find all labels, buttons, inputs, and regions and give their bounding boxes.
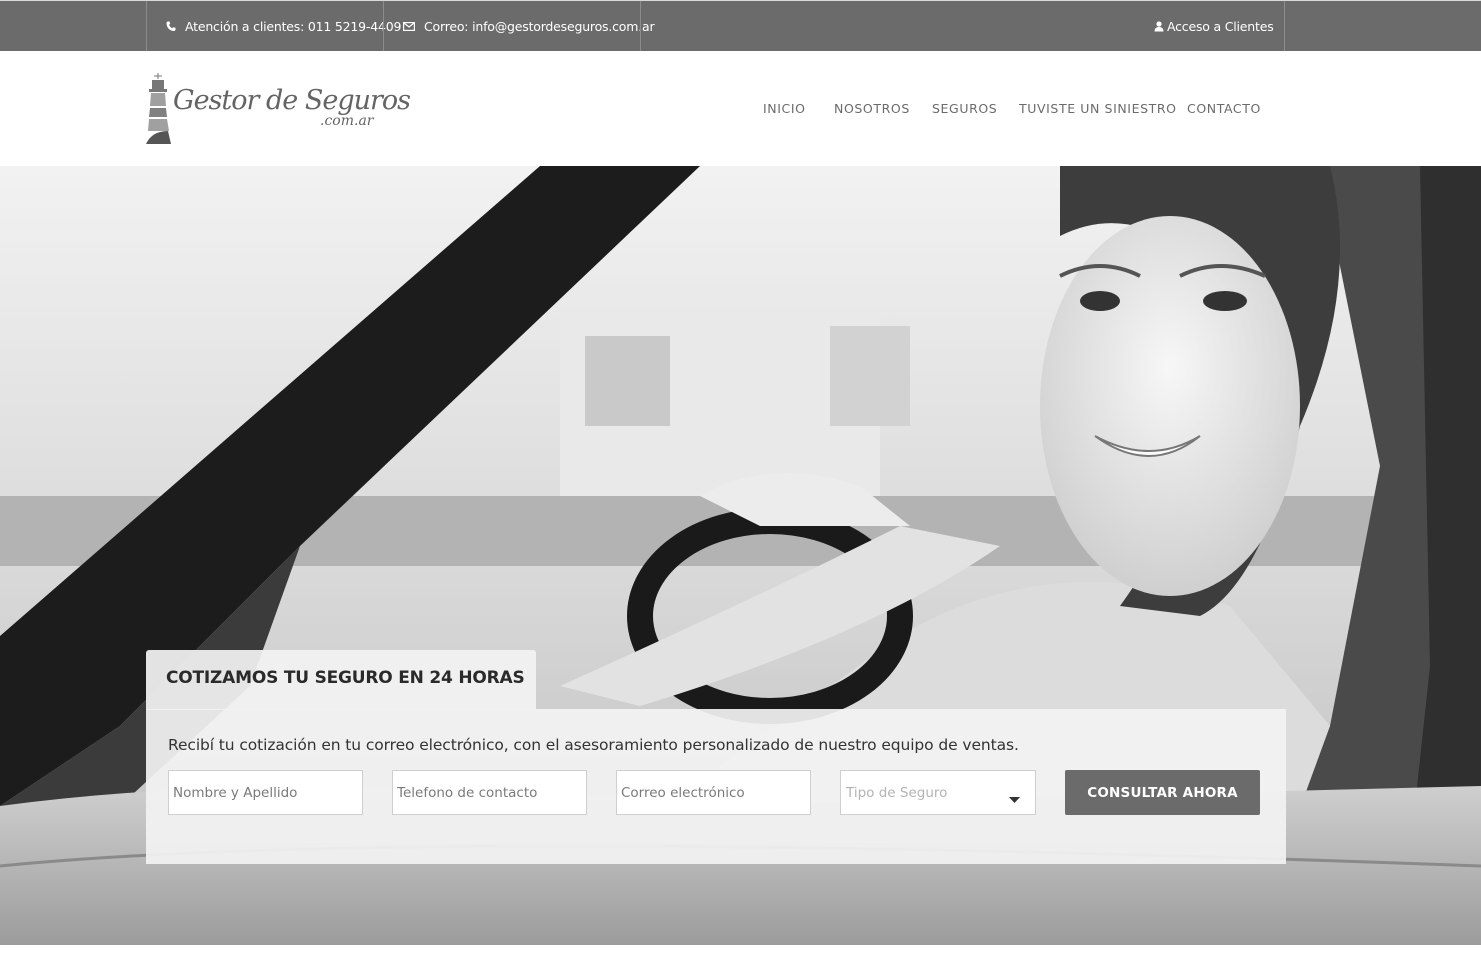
top-bar-divider xyxy=(383,1,384,51)
phone-info: Atención a clientes: 011 5219-4409 xyxy=(166,1,401,51)
nav-contacto[interactable]: CONTACTO xyxy=(1187,101,1261,116)
top-bar-divider xyxy=(1284,1,1285,51)
logo-domain-text: .com.ar xyxy=(320,113,374,129)
hero-bottom-strip xyxy=(0,945,1481,971)
top-bar: Atención a clientes: 011 5219-4409 Corre… xyxy=(0,0,1481,51)
phone-icon xyxy=(166,21,176,32)
client-access-link[interactable]: Acceso a Clientes xyxy=(1154,1,1274,51)
lighthouse-icon xyxy=(146,73,174,150)
consult-now-button[interactable]: CONSULTAR AHORA xyxy=(1065,770,1260,815)
email-info[interactable]: Correo: info@gestordeseguros.com.ar xyxy=(403,1,655,51)
nav-inicio[interactable]: INICIO xyxy=(763,101,806,116)
nav-nosotros[interactable]: NOSOTROS xyxy=(834,101,910,116)
caret-down-icon xyxy=(1009,790,1020,808)
quote-title: COTIZAMOS TU SEGURO EN 24 HORAS xyxy=(166,668,525,688)
insurance-type-placeholder: Tipo de Seguro xyxy=(846,785,948,801)
insurance-type-select[interactable]: Tipo de Seguro xyxy=(840,770,1036,815)
user-icon xyxy=(1154,20,1164,32)
site-logo[interactable]: Gestor de Seguros .com.ar xyxy=(146,73,411,145)
envelope-icon xyxy=(403,21,415,31)
email-input[interactable] xyxy=(616,770,811,815)
email-text[interactable]: Correo: info@gestordeseguros.com.ar xyxy=(424,19,655,34)
client-access-label[interactable]: Acceso a Clientes xyxy=(1167,19,1274,34)
name-input[interactable] xyxy=(168,770,363,815)
logo-brand-text: Gestor de Seguros xyxy=(173,85,411,116)
top-bar-divider xyxy=(146,1,147,51)
phone-text: Atención a clientes: 011 5219-4409 xyxy=(185,18,402,34)
site-header: Gestor de Seguros .com.ar INICIO NOSOTRO… xyxy=(0,51,1481,166)
nav-siniestro[interactable]: TUVISTE UN SINIESTRO xyxy=(1019,101,1177,116)
nav-seguros[interactable]: SEGUROS xyxy=(932,101,997,116)
quote-description: Recibí tu cotización en tu correo electr… xyxy=(168,736,1019,754)
top-bar-divider xyxy=(640,1,641,51)
phone-input[interactable] xyxy=(392,770,587,815)
